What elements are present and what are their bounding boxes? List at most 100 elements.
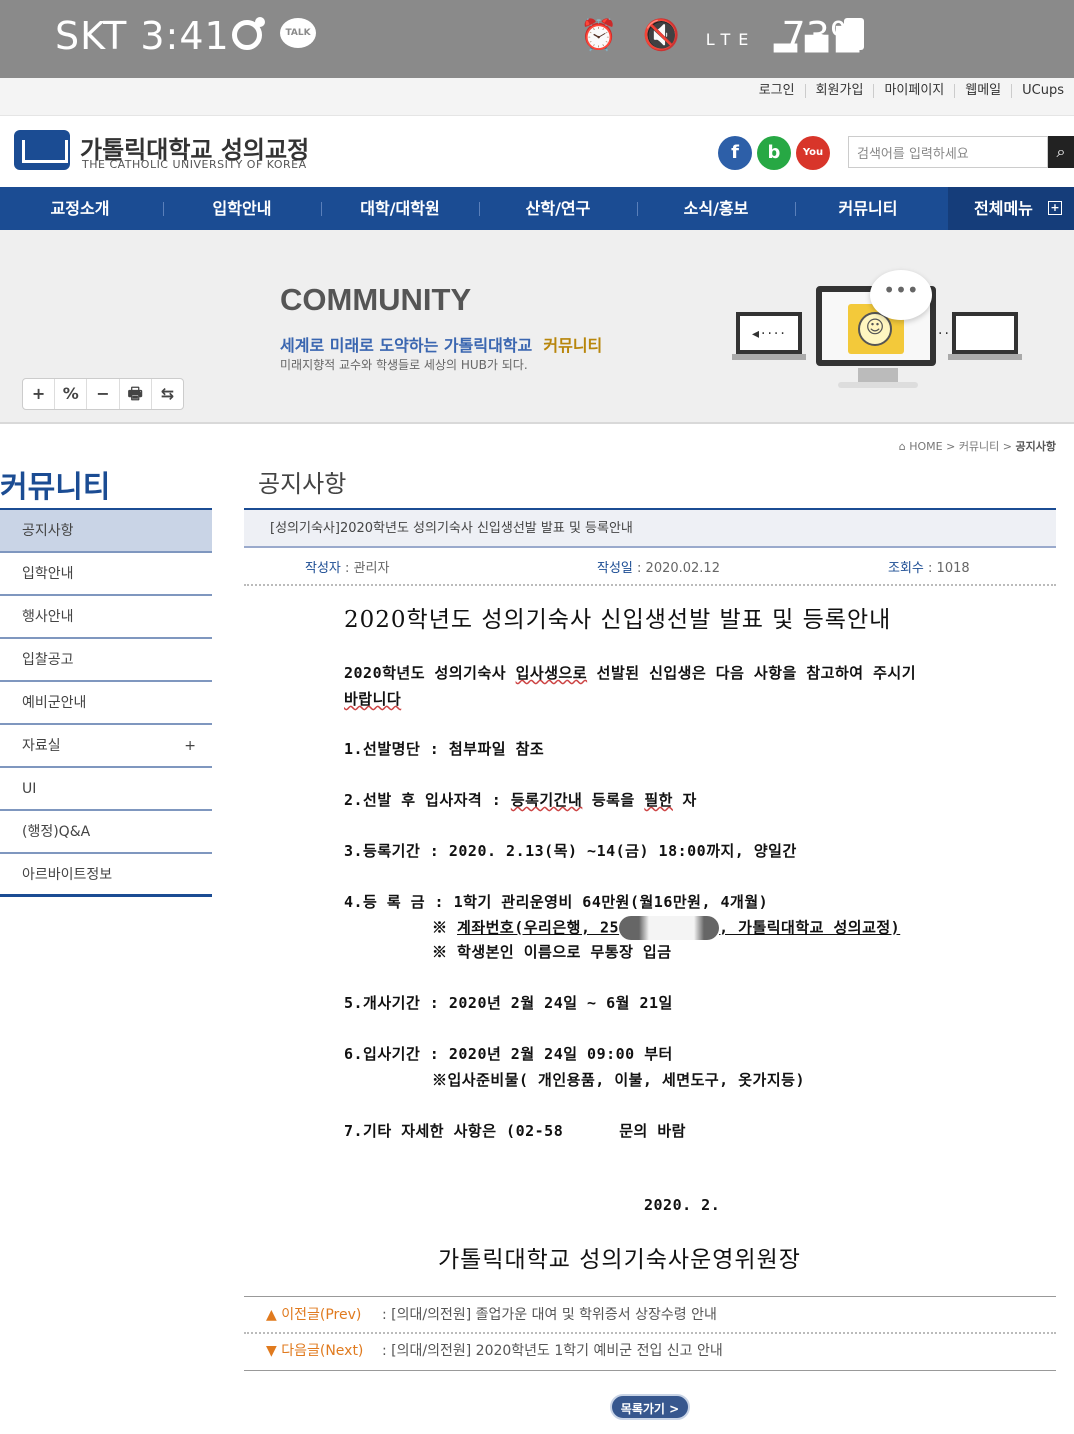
nav-item-college[interactable]: 대학/대학원	[322, 187, 478, 230]
doc-item-5: 5.개사기간 : 2020년 2월 24일 ~ 6월 21일	[344, 994, 673, 1012]
status-bar: SKT 3:41 TALK ⏰ 🔇 LTE ▂▄▆ 73%	[0, 0, 1074, 78]
doc-intro-c: 선발된 신입생은 다음 사항을 참고하여 주시기	[587, 664, 916, 682]
all-menu-label: 전체메뉴	[974, 199, 1033, 218]
doc-item-2-e: 자	[672, 791, 697, 809]
expand-icon[interactable]: +	[184, 725, 196, 768]
meta-divider	[244, 584, 1056, 586]
sidebar-item-jobs[interactable]: 아르바이트정보	[0, 854, 212, 897]
kakaotalk-icon: TALK	[280, 18, 316, 48]
university-logo-icon[interactable]	[14, 130, 70, 170]
doc-item-1: 1.선발명단 : 첨부파일 참조	[344, 740, 545, 758]
doc-item-6: 6.입사기간 : 2020년 2월 24일 09:00 부터	[344, 1045, 673, 1063]
monitor-base-icon	[838, 382, 918, 388]
prev-post[interactable]: ▲ 이전글(Prev) : [의대/의전원] 졸업가운 대여 및 학위증서 상장…	[244, 1297, 1056, 1333]
doc-intro-line-2: 바랍니다	[344, 690, 402, 708]
battery-icon	[844, 18, 864, 50]
doc-intro-line: 2020학년도 성의기숙사 입사생으로 선발된 신입생은 다음 사항을 참고하여…	[344, 662, 916, 683]
doc-item-2: 2.선발 후 입사자격 : 등록기간내 등록을 필한 자	[344, 789, 697, 810]
doc-signature: 가톨릭대학교 성의기숙사운영위원장	[438, 1247, 801, 1273]
doc-account-a: 계좌번호(우리은행, 25	[457, 918, 620, 937]
doc-item-7: 7.기타 자세한 사항은 (02-58 문의 바람	[344, 1120, 686, 1141]
author-value: : 관리자	[345, 561, 390, 576]
speech-bubble-icon: •••	[870, 270, 932, 320]
search-icon[interactable]: ⌕	[1048, 136, 1074, 168]
next-post[interactable]: ▼ 다음글(Next) : [의대/의전원] 2020학년도 1학기 예비군 전…	[244, 1333, 1056, 1369]
home-icon[interactable]: ⌂	[899, 440, 906, 453]
page-title: 공지사항	[258, 470, 347, 498]
zoom-in-icon[interactable]: +	[23, 379, 54, 409]
zoom-out-icon[interactable]: −	[86, 379, 118, 409]
sidebar-item-bids[interactable]: 입찰공고	[0, 639, 212, 682]
doc-account-c: , 가톨릭대학교 성의교정)	[719, 918, 901, 937]
breadcrumb-current: 공지사항	[1015, 440, 1056, 453]
blog-icon[interactable]: b	[757, 136, 791, 170]
share-icon[interactable]: ⇆	[150, 379, 183, 409]
banner-description: 미래지향적 교수와 학생들로 세상의 HUB가 되다.	[280, 358, 528, 372]
prev-title[interactable]: : [의대/의전원] 졸업가운 대여 및 학위증서 상장수령 안내	[382, 1297, 717, 1333]
post-views: 조회수 : 1018	[888, 557, 970, 576]
nav-item-admission[interactable]: 입학안내	[164, 187, 320, 230]
sidebar-item-reserve[interactable]: 예비군안내	[0, 682, 212, 725]
sidebar-item-archive[interactable]: 자료실 +	[0, 725, 212, 768]
community-banner: COMMUNITY 세계로 미래로 도약하는 가톨릭대학교 커뮤니티 미래지향적…	[0, 230, 1074, 424]
font-tools: + % − 🖶 ⇆	[22, 378, 184, 410]
doc-item-2-b: 등록기간내	[510, 791, 583, 809]
prevnext-bottom-border	[244, 1370, 1056, 1371]
doc-item-2-a: 2.선발 후 입사자격 :	[344, 791, 511, 809]
post-title: [성의기숙사]2020학년도 성의기숙사 신입생선발 발표 및 등록안내	[244, 508, 1056, 548]
all-menu-button[interactable]: 전체메뉴 +	[948, 187, 1074, 230]
banner-slogan-highlight: 커뮤니티	[543, 336, 603, 355]
sidebar-menu: 공지사항 입학안내 행사안내 입찰공고 예비군안내 자료실 + UI (행정)Q&…	[0, 510, 212, 897]
search-input[interactable]: 검색어를 입력하세요	[848, 136, 1048, 168]
doc-title: 2020학년도 성의기숙사 신입생선발 발표 및 등록안내	[344, 607, 892, 633]
doc-item-6-note: ※입사준비물( 개인용품, 이불, 세면도구, 옷가지등)	[432, 1071, 805, 1089]
sidebar-item-notice[interactable]: 공지사항	[0, 510, 212, 553]
sidebar-item-admission[interactable]: 입학안내	[0, 553, 212, 596]
sidebar-item-archive-label: 자료실	[22, 738, 61, 754]
breadcrumb-path[interactable]: HOME > 커뮤니티 >	[909, 440, 1015, 453]
ucups-link[interactable]: UCups	[1011, 84, 1074, 98]
nav-item-news[interactable]: 소식/홍보	[638, 187, 794, 230]
zoom-reset-icon[interactable]: %	[54, 379, 86, 409]
plus-icon: +	[1048, 201, 1062, 215]
webmail-link[interactable]: 웹메일	[954, 84, 1011, 98]
nav-item-research[interactable]: 산학/연구	[480, 187, 636, 230]
doc-item-7-b: 문의 바람	[619, 1122, 686, 1140]
doc-account-mark: ※	[432, 918, 458, 937]
arrow-left-icon: ◂····	[752, 326, 787, 342]
site-header: 가톨릭대학교 성의교정 THE CATHOLIC UNIVERSITY OF K…	[0, 116, 1074, 192]
banner-title: COMMUNITY	[280, 282, 472, 317]
camera-app-icon	[232, 17, 265, 50]
doc-intro-b: 입사생으로	[515, 664, 588, 682]
sidebar-item-ui[interactable]: UI	[0, 768, 212, 811]
facebook-icon[interactable]: f	[718, 136, 752, 170]
back-to-list-button[interactable]: 목록가기 >	[610, 1394, 690, 1420]
post-author: 작성자 : 관리자	[305, 557, 389, 576]
laptop-illustration-icon	[948, 312, 1022, 360]
prev-label[interactable]: ▲ 이전글(Prev)	[266, 1297, 361, 1333]
next-label[interactable]: ▼ 다음글(Next)	[266, 1333, 363, 1369]
login-link[interactable]: 로그인	[749, 84, 805, 98]
doc-item-7-a: 7.기타 자세한 사항은 (02-58	[344, 1122, 564, 1140]
nav-item-campus[interactable]: 교정소개	[0, 187, 160, 230]
mypage-link[interactable]: 마이페이지	[873, 84, 954, 98]
sidebar-item-qna[interactable]: (행정)Q&A	[0, 811, 212, 854]
redacted-account-number	[619, 916, 720, 940]
doc-intro-a: 2020학년도 성의기숙사	[344, 664, 516, 682]
nav-item-community[interactable]: 커뮤니티	[796, 187, 940, 230]
logo-subtitle: THE CATHOLIC UNIVERSITY OF KOREA	[82, 158, 307, 171]
next-title[interactable]: : [의대/의전원] 2020학년도 1학기 예비군 전입 신고 안내	[382, 1333, 723, 1369]
doc-item-4: 4.등 록 금 : 1학기 관리운영비 64만원(월16만원, 4개월)	[344, 893, 769, 911]
sidebar-item-events[interactable]: 행사안내	[0, 596, 212, 639]
post-date: 작성일 : 2020.02.12	[597, 557, 720, 576]
views-value: : 1018	[928, 561, 970, 576]
date-value: : 2020.02.12	[637, 561, 720, 576]
youtube-icon[interactable]: You Tube	[796, 136, 830, 192]
banner-slogan: 세계로 미래로 도약하는 가톨릭대학교 커뮤니티	[280, 332, 602, 356]
date-label: 작성일	[597, 561, 633, 576]
doc-deposit-note: ※ 학생본인 이름으로 무통장 입금	[432, 943, 672, 961]
status-time: SKT 3:41	[55, 14, 230, 58]
signup-link[interactable]: 회원가입	[804, 84, 874, 98]
print-icon[interactable]: 🖶	[118, 379, 151, 409]
lte-label: LTE	[705, 30, 757, 49]
